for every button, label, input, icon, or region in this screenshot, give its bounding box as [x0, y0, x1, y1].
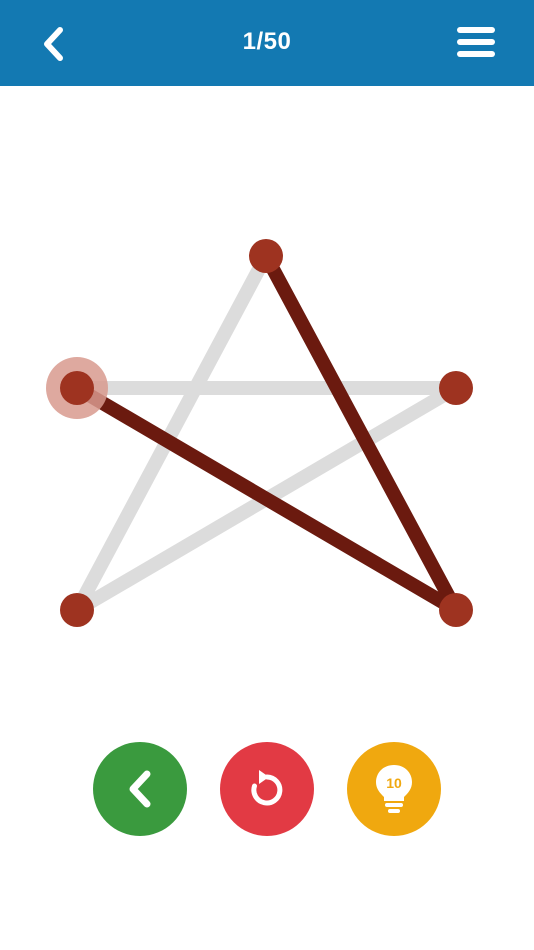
- puzzle-canvas[interactable]: [0, 86, 534, 706]
- lightbulb-icon: 10: [376, 765, 412, 813]
- chevron-left-icon: [129, 770, 151, 808]
- vertex-bottom-left[interactable]: [60, 593, 94, 627]
- previous-level-button[interactable]: [93, 742, 187, 836]
- restart-icon: [251, 770, 283, 806]
- vertex-right[interactable]: [439, 371, 473, 405]
- vertex-bottom-right[interactable]: [439, 593, 473, 627]
- puzzle-board[interactable]: [0, 86, 534, 706]
- hamburger-menu-icon: [457, 27, 495, 57]
- game-screen: 1/50 10: [0, 0, 534, 950]
- top-bar: 1/50: [0, 0, 534, 86]
- vertex-left[interactable]: [60, 371, 94, 405]
- hint-count: 10: [386, 775, 402, 791]
- restart-button[interactable]: [220, 742, 314, 836]
- control-bar: 10: [0, 742, 534, 838]
- vertex-top[interactable]: [249, 239, 283, 273]
- hint-button[interactable]: 10: [347, 742, 441, 836]
- level-indicator: 1/50: [242, 28, 292, 55]
- menu-button[interactable]: [456, 22, 496, 62]
